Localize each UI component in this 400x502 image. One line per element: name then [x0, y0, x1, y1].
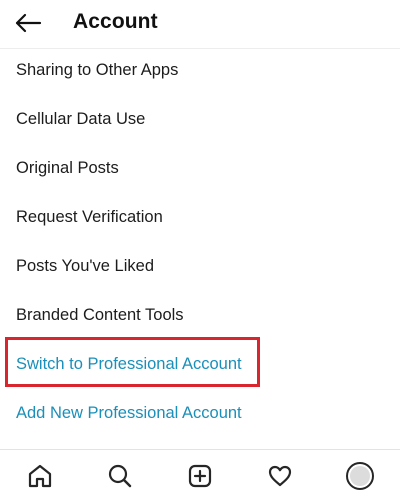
- page-title: Account: [73, 10, 158, 33]
- account-settings-screen: Account Sharing to Other Apps Cellular D…: [0, 0, 400, 502]
- menu-item-switch-to-professional-account[interactable]: Switch to Professional Account: [16, 355, 242, 374]
- menu-item-branded-content-tools[interactable]: Branded Content Tools: [16, 306, 184, 325]
- nav-home-button[interactable]: [24, 460, 56, 492]
- menu-item-sharing-to-other-apps[interactable]: Sharing to Other Apps: [16, 61, 178, 80]
- menu-item-posts-youve-liked[interactable]: Posts You've Liked: [16, 257, 154, 276]
- search-icon: [108, 464, 132, 488]
- arrow-left-icon: [15, 13, 42, 33]
- heart-icon: [268, 465, 292, 487]
- nav-search-button[interactable]: [104, 460, 136, 492]
- menu-item-add-new-professional-account[interactable]: Add New Professional Account: [16, 404, 242, 423]
- header-bar: Account: [0, 0, 400, 49]
- home-icon: [28, 464, 52, 488]
- back-button[interactable]: [12, 8, 44, 38]
- menu-item-cellular-data-use[interactable]: Cellular Data Use: [16, 110, 145, 129]
- new-post-icon: [188, 464, 212, 488]
- bottom-navigation: [0, 449, 400, 502]
- nav-activity-button[interactable]: [264, 460, 296, 492]
- nav-profile-button[interactable]: [344, 460, 376, 492]
- menu-item-request-verification[interactable]: Request Verification: [16, 208, 163, 227]
- menu-item-original-posts[interactable]: Original Posts: [16, 159, 119, 178]
- avatar-image: [350, 466, 370, 486]
- profile-avatar: [346, 462, 374, 490]
- nav-new-post-button[interactable]: [184, 460, 216, 492]
